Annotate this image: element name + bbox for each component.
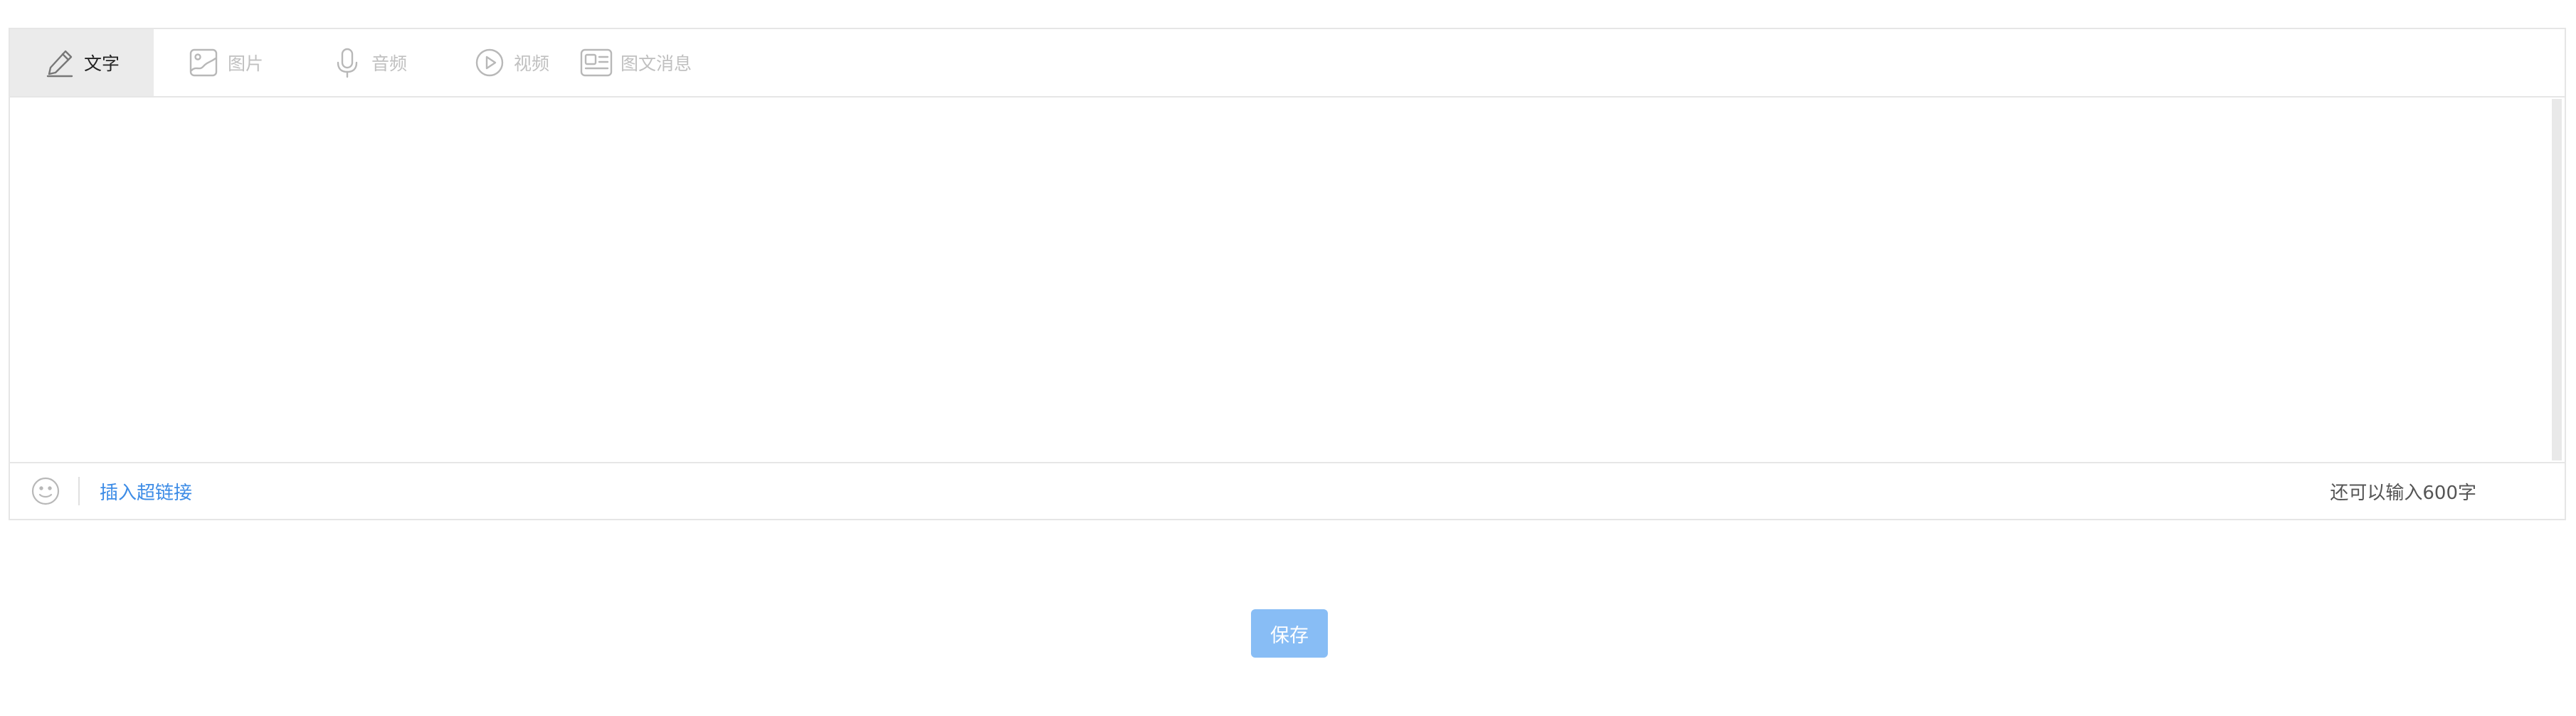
tab-video[interactable]: 视频 xyxy=(440,29,565,96)
tab-audio-label: 音频 xyxy=(371,53,408,74)
tab-image-label: 图片 xyxy=(228,53,264,74)
message-text-input[interactable] xyxy=(10,98,2565,462)
tab-audio[interactable]: 音频 xyxy=(297,29,440,96)
message-editor: 文字 图片 音频 视频 图文消息 插入超链接 还可以输入600字 xyxy=(9,28,2566,520)
editor-footer: 插入超链接 还可以输入600字 xyxy=(10,463,2565,519)
image-icon xyxy=(186,46,221,80)
smiley-icon[interactable] xyxy=(28,474,63,508)
tab-text[interactable]: 文字 xyxy=(10,29,154,96)
tab-text-label: 文字 xyxy=(84,53,120,74)
editor-scrollbar[interactable] xyxy=(2552,99,2562,460)
news-card-icon xyxy=(579,46,613,80)
tab-image[interactable]: 图片 xyxy=(154,29,297,96)
editor-content-area xyxy=(10,98,2565,463)
tab-news[interactable]: 图文消息 xyxy=(565,29,750,96)
pencil-icon xyxy=(43,46,77,80)
save-button[interactable]: 保存 xyxy=(1251,609,1328,658)
play-circle-icon xyxy=(473,46,507,80)
microphone-icon xyxy=(330,46,364,80)
insert-link-button[interactable]: 插入超链接 xyxy=(100,478,192,505)
tab-news-label: 图文消息 xyxy=(621,53,692,74)
tab-video-label: 视频 xyxy=(514,53,550,74)
footer-divider xyxy=(78,477,80,505)
media-type-tabbar: 文字 图片 音频 视频 图文消息 xyxy=(10,29,2565,98)
char-counter: 还可以输入600字 xyxy=(2330,482,2476,504)
